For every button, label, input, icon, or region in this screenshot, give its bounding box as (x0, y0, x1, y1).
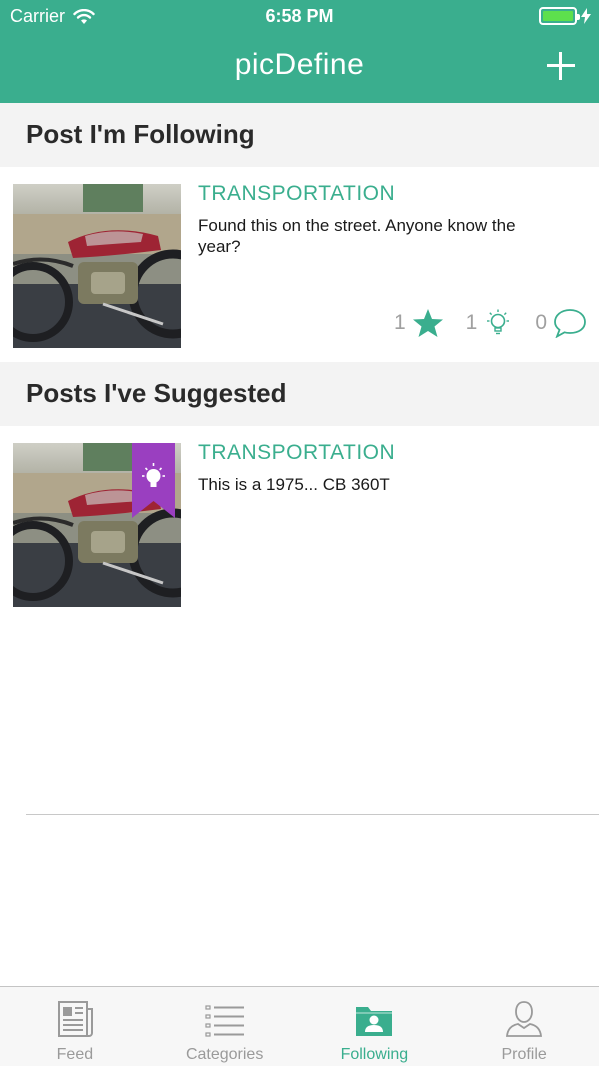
post-category[interactable]: TRANSPORTATION (198, 441, 395, 465)
add-post-button[interactable] (545, 50, 577, 82)
speech-bubble-icon[interactable] (553, 308, 587, 338)
section-title: Post I'm Following (26, 119, 255, 149)
battery-icon (539, 7, 591, 25)
tab-feed[interactable]: Feed (0, 987, 150, 1066)
section-header-suggested: Posts I've Suggested (0, 362, 599, 426)
status-time: 6:58 PM (265, 6, 334, 26)
post-thumbnail[interactable] (13, 184, 181, 348)
app-header: Carrier 6:58 PM picDefine (0, 0, 599, 103)
charging-bolt-icon (581, 8, 591, 24)
tab-label[interactable]: Feed (0, 1046, 150, 1064)
section-header-following: Post I'm Following (0, 103, 599, 167)
post-stats: 1 1 0 (372, 308, 587, 338)
star-stat[interactable]: 1 (394, 308, 444, 338)
lightbulb-bookmark-icon (132, 443, 175, 518)
following-post-card[interactable]: TRANSPORTATION Found this on the street.… (0, 167, 599, 362)
motorcycle-photo (13, 184, 181, 348)
tab-profile[interactable]: Profile (449, 987, 599, 1066)
suggested-post-card[interactable]: TRANSPORTATION This is a 1975... CB 360T (0, 426, 599, 621)
comment-stat[interactable]: 0 (535, 308, 587, 338)
star-icon[interactable] (412, 308, 444, 338)
tab-label[interactable]: Categories (150, 1046, 300, 1064)
comment-count: 0 (535, 311, 547, 334)
lightbulb-icon[interactable] (483, 308, 513, 338)
suggestion-count: 1 (465, 311, 478, 334)
tab-categories[interactable]: Categories (150, 987, 300, 1066)
newspaper-icon[interactable] (53, 999, 97, 1039)
folder-person-icon[interactable] (352, 999, 396, 1039)
post-thumbnail[interactable] (13, 443, 181, 607)
page-title: picDefine (234, 48, 365, 81)
list-icon[interactable] (203, 999, 247, 1039)
list-divider (26, 814, 599, 815)
tab-bar: Feed Categories Following Profile (0, 986, 599, 1066)
status-bar: Carrier 6:58 PM (0, 0, 599, 34)
post-category[interactable]: TRANSPORTATION (198, 182, 395, 206)
post-caption: This is a 1975... CB 360T (198, 475, 390, 494)
star-count: 1 (393, 311, 406, 334)
suggestion-stat[interactable]: 1 (466, 308, 514, 338)
person-icon[interactable] (502, 999, 546, 1039)
section-title: Posts I've Suggested (26, 378, 287, 408)
post-caption: Found this on the street. Anyone know th… (198, 216, 516, 256)
tab-label[interactable]: Profile (449, 1046, 599, 1064)
tab-following[interactable]: Following (300, 987, 450, 1066)
tab-label[interactable]: Following (300, 1046, 450, 1064)
